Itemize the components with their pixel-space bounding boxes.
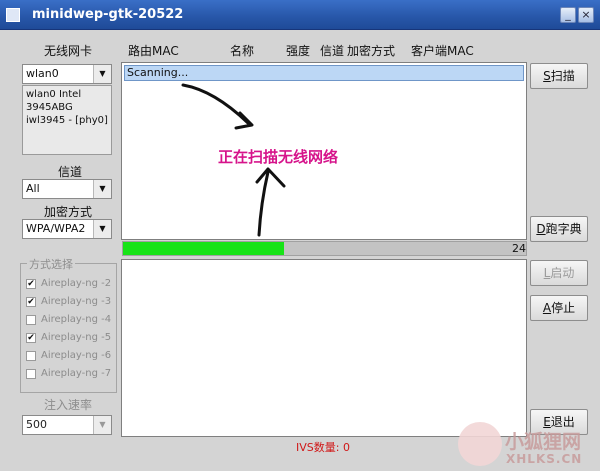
channel-value: All (26, 182, 40, 195)
annotation-text: 正在扫描无线网络 (218, 148, 339, 166)
scan-label: 扫描 (550, 69, 575, 83)
column-header-encryption[interactable]: 加密方式 (347, 42, 395, 59)
stop-button[interactable]: A停止 (530, 295, 588, 321)
checkbox-icon (26, 315, 36, 325)
mode-group: 方式选择 ✔ Aireplay-ng -2 ✔ Aireplay-ng -3 A… (20, 256, 117, 393)
list-item[interactable]: Scanning... (124, 65, 524, 81)
dict-label: 跑字典 (545, 222, 582, 236)
mode-label: Aireplay-ng -5 (41, 332, 112, 343)
checkbox-icon (26, 351, 36, 361)
watermark-text: 小狐狸网 (505, 431, 582, 453)
minimize-button[interactable]: _ (560, 7, 576, 23)
inject-rate-label: 注入速率 (44, 398, 93, 412)
column-header-client-mac[interactable]: 客户端MAC (411, 42, 474, 59)
adapter-info: wlan0 Intel 3945ABG iwl3945 - [phy0] (22, 85, 112, 155)
inject-rate-value: 500 (26, 418, 47, 431)
adapter-value: wlan0 (26, 67, 59, 80)
mode-label: Aireplay-ng -4 (41, 314, 112, 325)
column-header-bssid[interactable]: 路由MAC (128, 42, 179, 59)
app-icon (6, 8, 20, 22)
chevron-down-icon: ▼ (93, 180, 111, 198)
checkbox-icon: ✔ (26, 279, 36, 289)
checkbox-icon: ✔ (26, 297, 36, 307)
mode-label: Aireplay-ng -3 (41, 296, 112, 307)
window-title: minidwep-gtk-20522 (32, 7, 184, 22)
column-header-power[interactable]: 强度 (286, 42, 310, 59)
mode-label: Aireplay-ng -7 (41, 368, 112, 379)
channel-label: 信道 (58, 165, 83, 179)
main-window: 无线网卡 wlan0 ▼ wlan0 Intel 3945ABG iwl3945… (0, 30, 600, 471)
progress-bar (122, 241, 527, 256)
adapter-label: 无线网卡 (44, 44, 93, 58)
chevron-down-icon: ▼ (93, 65, 111, 83)
start-button[interactable]: L启动 (530, 260, 588, 286)
progress-count: 24 (512, 242, 526, 255)
encryption-value: WPA/WPA2 (26, 222, 86, 235)
mode-label: Aireplay-ng -2 (41, 278, 112, 289)
encryption-select[interactable]: WPA/WPA2 ▼ (22, 219, 112, 239)
stop-label: 停止 (551, 301, 576, 315)
stop-key: A (542, 301, 552, 315)
column-header-name[interactable]: 名称 (230, 42, 254, 59)
encryption-label: 加密方式 (44, 205, 93, 219)
dict-key: D (536, 222, 546, 236)
scan-key: S (543, 69, 551, 83)
mode-group-title: 方式选择 (27, 256, 75, 272)
dictionary-button[interactable]: D跑字典 (530, 216, 588, 242)
inject-rate-select[interactable]: 500 ▼ (22, 415, 112, 435)
adapter-select[interactable]: wlan0 ▼ (22, 64, 112, 84)
close-button[interactable]: × (578, 7, 594, 23)
start-label: 启动 (550, 266, 575, 280)
mode-label: Aireplay-ng -6 (41, 350, 112, 361)
column-header-channel[interactable]: 信道 (320, 42, 344, 59)
watermark-logo-icon (458, 422, 502, 466)
chevron-down-icon: ▼ (93, 220, 111, 238)
checkbox-icon: ✔ (26, 333, 36, 343)
log-panel[interactable] (121, 259, 527, 437)
channel-select[interactable]: All ▼ (22, 179, 112, 199)
watermark-subtext: XHLKS.CN (506, 452, 583, 466)
progress-fill (123, 242, 285, 255)
title-bar: minidwep-gtk-20522 _ × (0, 0, 600, 30)
checkbox-icon (26, 369, 36, 379)
chevron-down-icon: ▼ (93, 416, 111, 434)
scan-button[interactable]: S扫描 (530, 63, 588, 89)
ivs-count: IVS数量: 0 (296, 441, 350, 454)
